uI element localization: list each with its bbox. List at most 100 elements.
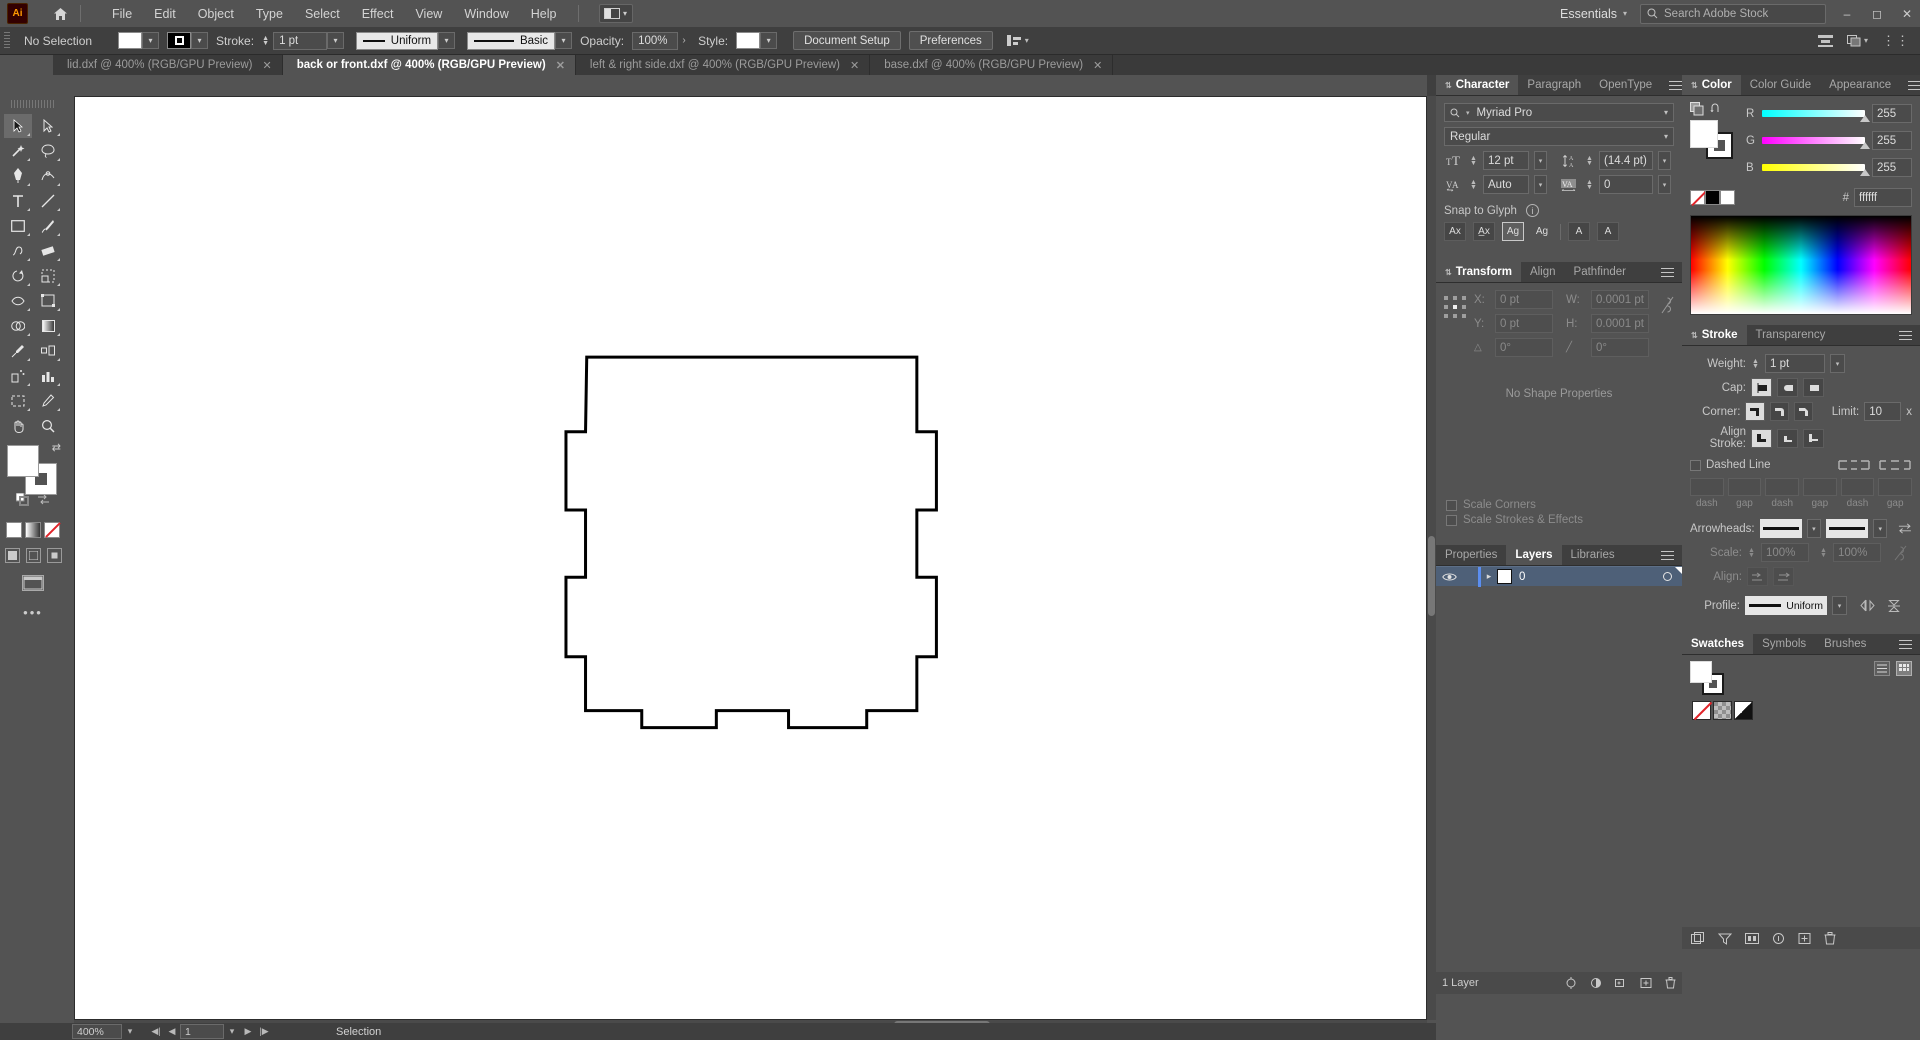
none-button[interactable] (44, 522, 61, 538)
tab-opentype[interactable]: OpenType (1590, 75, 1662, 95)
round-join-icon[interactable] (1769, 402, 1789, 421)
stroke-weight-dropdown-icon[interactable]: ▾ (327, 32, 345, 49)
width-profile-dropdown[interactable]: Uniform (356, 31, 439, 50)
layer-visibility-eye-icon[interactable] (1436, 572, 1462, 582)
shaper-tool[interactable] (4, 239, 32, 263)
scale-corners-checkbox[interactable] (1446, 499, 1457, 511)
chevron-down-icon[interactable]: ▾ (1664, 132, 1668, 141)
color-panel-menu-icon[interactable] (1900, 75, 1920, 95)
kerning-chevron-icon[interactable]: ▾ (1534, 175, 1547, 194)
scale-end-stepper[interactable]: ▲ ▼ (1819, 547, 1828, 559)
magic-wand-tool[interactable] (4, 139, 32, 163)
hex-field[interactable]: ffffff (1854, 188, 1912, 207)
control-bar-grip[interactable] (4, 31, 10, 50)
eraser-tool[interactable] (34, 239, 62, 263)
w-field[interactable]: 0.0001 pt (1591, 290, 1649, 309)
search-stock-input[interactable]: Search Adobe Stock (1640, 3, 1826, 24)
dash-field[interactable] (1765, 478, 1800, 496)
font-size-stepper[interactable]: ▲ ▼ (1469, 155, 1478, 167)
layer-row[interactable]: ▸ 0 (1436, 566, 1682, 587)
tab-properties[interactable]: Properties (1436, 545, 1507, 565)
menu-view[interactable]: View (404, 3, 453, 25)
white-swatch[interactable] (1720, 190, 1735, 205)
gradient-button[interactable] (25, 522, 41, 538)
flip-along-icon[interactable] (1860, 599, 1876, 612)
tab-libraries[interactable]: Libraries (1561, 545, 1624, 565)
r-slider[interactable] (1762, 110, 1870, 122)
dashed-line-checkbox[interactable] (1690, 459, 1701, 471)
artboard-tool[interactable] (4, 389, 32, 413)
scale-corners-row[interactable]: Scale Corners (1446, 499, 1583, 511)
artboard-chevron-icon[interactable]: ▾ (224, 1024, 240, 1039)
swatch-options-icon[interactable] (1772, 932, 1785, 945)
next-page-icon[interactable]: ▶ (240, 1024, 256, 1039)
opacity-field[interactable]: 100% (632, 31, 679, 50)
gap-field[interactable] (1878, 478, 1913, 496)
align-center-icon[interactable] (1751, 428, 1772, 448)
chevron-down-icon[interactable]: ▾ (1664, 108, 1668, 117)
delete-layer-icon[interactable] (1665, 977, 1676, 989)
slider-knob[interactable] (1860, 169, 1870, 176)
scale-start-stepper[interactable]: ▲ ▼ (1747, 547, 1756, 559)
draw-normal-icon[interactable] (4, 548, 20, 563)
tab-appearance[interactable]: Appearance (1820, 75, 1901, 95)
gap-field[interactable] (1727, 478, 1762, 496)
delete-swatch-icon[interactable] (1824, 931, 1836, 945)
swatch-black-white[interactable] (1734, 701, 1753, 720)
font-size-chevron-icon[interactable]: ▾ (1534, 151, 1547, 170)
miter-join-icon[interactable] (1745, 402, 1765, 421)
y-field[interactable]: 0 pt (1495, 314, 1553, 333)
layer-expand-arrow-icon[interactable]: ▸ (1481, 571, 1497, 582)
bevel-join-icon[interactable] (1793, 402, 1813, 421)
b-slider[interactable] (1762, 164, 1870, 176)
draw-inside-icon[interactable] (46, 548, 62, 563)
color-spectrum[interactable] (1690, 215, 1912, 315)
layer-name[interactable]: 0 (1519, 571, 1525, 583)
shear-field[interactable]: 0° (1591, 338, 1649, 357)
scale-end-field[interactable]: 100% (1833, 543, 1881, 562)
new-color-group-icon[interactable] (1745, 932, 1759, 945)
document-setup-button[interactable]: Document Setup (793, 31, 901, 50)
lasso-tool[interactable] (34, 139, 62, 163)
column-graph-tool[interactable] (34, 364, 62, 388)
close-tab-icon[interactable]: ✕ (556, 59, 565, 72)
draw-behind-icon[interactable] (25, 548, 41, 563)
flip-across-icon[interactable] (1887, 599, 1901, 613)
butt-cap-icon[interactable] (1751, 378, 1772, 397)
blend-tool[interactable] (34, 339, 62, 363)
stroke-weight-stepper[interactable]: ▲ ▼ (1751, 358, 1760, 370)
menu-file[interactable]: File (101, 3, 143, 25)
arrowhead-end-dropdown[interactable] (1825, 519, 1869, 538)
tracking-chevron-icon[interactable]: ▾ (1658, 175, 1671, 194)
layer-target-icon[interactable] (1663, 572, 1672, 581)
scale-tool[interactable] (34, 264, 62, 288)
transform-panel-menu-icon[interactable] (1653, 262, 1682, 282)
grid-view-icon[interactable] (1896, 661, 1912, 676)
snap-angle-button[interactable]: A (1568, 222, 1590, 241)
layers-panel-menu-icon[interactable] (1653, 545, 1682, 565)
close-tab-icon[interactable]: ✕ (1093, 59, 1102, 72)
g-value-field[interactable]: 255 (1872, 131, 1912, 150)
close-tab-icon[interactable]: ✕ (850, 59, 859, 72)
fill-color-swatch[interactable] (118, 32, 143, 49)
swap-fill-stroke-icon[interactable]: ⇄ (52, 441, 61, 454)
slider-knob[interactable] (1860, 115, 1870, 122)
stroke-weight-field[interactable]: 1 pt (1765, 354, 1825, 373)
scale-start-field[interactable]: 100% (1761, 543, 1809, 562)
show-kinds-icon[interactable] (1718, 932, 1732, 945)
tab-align[interactable]: Align (1520, 262, 1565, 282)
brush-definition-chevron-icon[interactable]: ▾ (555, 32, 573, 49)
tracking-stepper[interactable]: ▲ ▼ (1585, 179, 1594, 191)
font-style-field[interactable]: Regular ▾ (1444, 127, 1674, 146)
stroke-panel-menu-icon[interactable] (1891, 325, 1920, 345)
kerning-stepper[interactable]: ▲ ▼ (1469, 179, 1478, 191)
line-segment-tool[interactable] (34, 189, 62, 213)
edit-toolbar-icon[interactable]: ••• (23, 605, 43, 620)
list-view-icon[interactable] (1874, 661, 1890, 676)
zoom-level-chevron-icon[interactable]: ▾ (122, 1024, 138, 1039)
leading-field[interactable]: (14.4 pt) (1599, 151, 1653, 170)
reference-point-icon[interactable] (1444, 296, 1466, 321)
swatch-libraries-icon[interactable] (1691, 931, 1705, 945)
swatches-fill-proxy[interactable] (1690, 661, 1712, 683)
type-tool[interactable] (4, 189, 32, 213)
